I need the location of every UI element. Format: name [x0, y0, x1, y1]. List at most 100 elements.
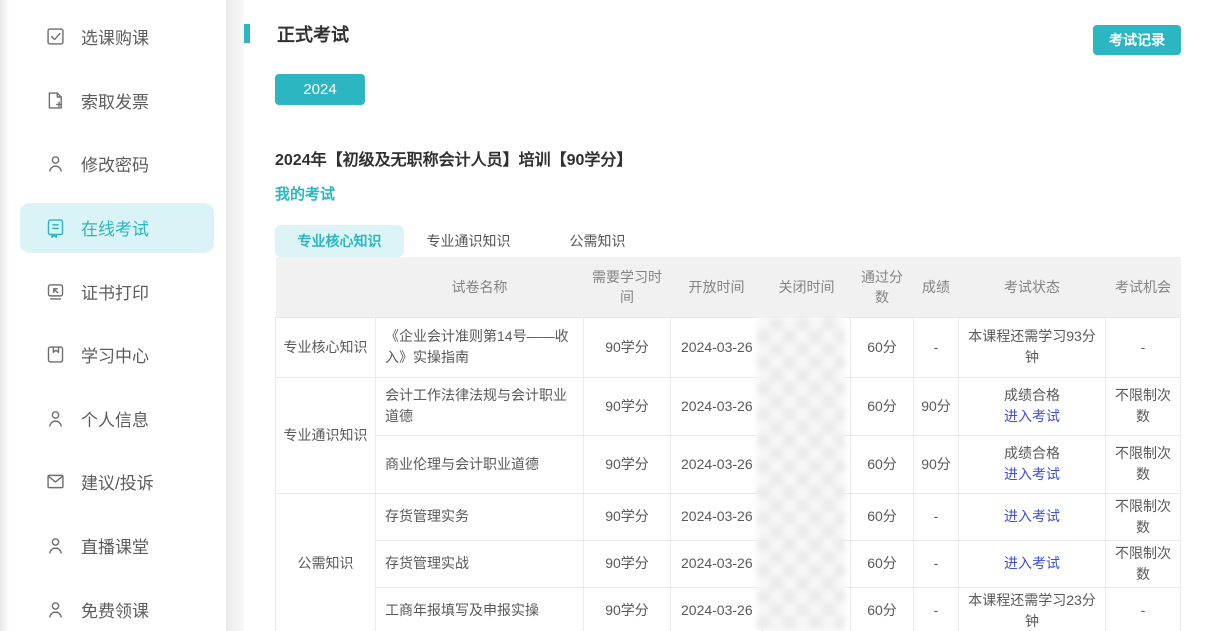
- open-time-cell: 2024-03-26: [671, 540, 763, 587]
- table-row: 专业通识知识会计工作法律法规与会计职业道德90学分2024-03-2660分90…: [276, 377, 1181, 435]
- enter-exam-link[interactable]: 进入考试: [963, 464, 1101, 485]
- sidebar-item-label: 个人信息: [81, 406, 149, 431]
- status-text: 本课程还需学习93分钟: [963, 326, 1101, 368]
- enter-exam-link[interactable]: 进入考试: [963, 406, 1101, 427]
- sidebar-item-label: 在线考试: [81, 215, 149, 240]
- column-header: 需要学习时间: [584, 257, 671, 317]
- open-time-cell: 2024-03-26: [671, 493, 763, 540]
- bookmark-icon: [45, 344, 66, 365]
- exam-table-body: 专业核心知识《企业会计准则第14号——收入》实操指南90学分2024-03-26…: [276, 317, 1181, 631]
- sidebar-item-在线考试[interactable]: 在线考试: [9, 196, 226, 260]
- study-time-cell: 90学分: [584, 587, 671, 631]
- section-accent-bar: [244, 24, 250, 43]
- column-header: 开放时间: [671, 257, 763, 317]
- blurred-close-time-column: [757, 317, 845, 631]
- exam-chances-cell: 不限制次数: [1106, 435, 1181, 493]
- sidebar-item-直播课堂[interactable]: 直播课堂: [9, 514, 226, 578]
- pass-score-cell: 60分: [851, 540, 914, 587]
- enter-exam-link[interactable]: 进入考试: [963, 506, 1101, 527]
- column-header: 成绩: [914, 257, 959, 317]
- study-time-cell: 90学分: [584, 435, 671, 493]
- exam-name-cell: 商业伦理与会计职业道德: [376, 435, 584, 493]
- sidebar-item-pill: 索取发票: [20, 75, 214, 125]
- sidebar-item-label: 免费领课: [81, 597, 149, 622]
- sidebar-item-pill: 学习中心: [20, 330, 214, 380]
- column-header: [276, 257, 376, 317]
- sidebar-item-建议/投诉[interactable]: 建议/投诉: [9, 450, 226, 514]
- exam-table-head: 试卷名称需要学习时间开放时间关闭时间通过分数成绩考试状态考试机会: [276, 257, 1181, 317]
- exam-icon: [45, 217, 66, 238]
- table-row: 公需知识存货管理实务90学分2024-03-2660分-进入考试不限制次数: [276, 493, 1181, 540]
- open-time-cell: 2024-03-26: [671, 435, 763, 493]
- user-icon: [45, 535, 66, 556]
- sidebar-item-label: 建议/投诉: [81, 469, 154, 494]
- sidebar-item-pill: 在线考试: [20, 203, 214, 253]
- study-time-cell: 90学分: [584, 377, 671, 435]
- sidebar-item-索取发票[interactable]: 索取发票: [9, 69, 226, 133]
- table-row: 工商年报填写及申报实操90学分2024-03-2660分-本课程还需学习23分钟…: [276, 587, 1181, 631]
- sidebar-item-label: 索取发票: [81, 88, 149, 113]
- study-time-cell: 90学分: [584, 540, 671, 587]
- study-time-cell: 90学分: [584, 317, 671, 377]
- exam-status-cell: 成绩合格进入考试: [959, 377, 1106, 435]
- sidebar-item-个人信息[interactable]: 个人信息: [9, 387, 226, 451]
- column-header: 考试状态: [959, 257, 1106, 317]
- exam-chances-cell: 不限制次数: [1106, 540, 1181, 587]
- exam-records-button[interactable]: 考试记录: [1093, 25, 1181, 55]
- sidebar-item-label: 直播课堂: [81, 533, 149, 558]
- tab-公需知识[interactable]: 公需知识: [533, 225, 662, 257]
- pass-score-cell: 60分: [851, 587, 914, 631]
- sidebar-item-选课购课[interactable]: 选课购课: [9, 5, 226, 69]
- study-time-cell: 90学分: [584, 493, 671, 540]
- score-cell: -: [914, 317, 959, 377]
- sidebar-item-免费领课[interactable]: 免费领课: [9, 577, 226, 631]
- sidebar-divider: [226, 0, 244, 631]
- sidebar-item-学习中心[interactable]: 学习中心: [9, 323, 226, 387]
- open-time-cell: 2024-03-26: [671, 377, 763, 435]
- tab-专业核心知识[interactable]: 专业核心知识: [275, 225, 404, 257]
- course-title: 2024年【初级及无职称会计人员】培训【90学分】: [275, 146, 632, 170]
- sidebar-item-label: 证书打印: [81, 279, 149, 304]
- column-header: 试卷名称: [376, 257, 584, 317]
- status-text: 本课程还需学习23分钟: [963, 590, 1101, 631]
- sidebar-item-pill: 个人信息: [20, 393, 214, 443]
- exam-name-cell: 存货管理实务: [376, 493, 584, 540]
- exam-name-cell: 会计工作法律法规与会计职业道德: [376, 377, 584, 435]
- exam-status-cell: 成绩合格进入考试: [959, 435, 1106, 493]
- my-exam-label: 我的考试: [275, 183, 335, 204]
- sidebar-item-pill: 直播课堂: [20, 521, 214, 571]
- sidebar-item-label: 选课购课: [81, 24, 149, 49]
- year-tab-2024[interactable]: 2024: [275, 74, 365, 105]
- pass-score-cell: 60分: [851, 317, 914, 377]
- sidebar-item-证书打印[interactable]: 证书打印: [9, 259, 226, 323]
- score-cell: 90分: [914, 377, 959, 435]
- sidebar-item-pill: 建议/投诉: [20, 457, 214, 507]
- pass-score-cell: 60分: [851, 435, 914, 493]
- exam-name-cell: 《企业会计准则第14号——收入》实操指南: [376, 317, 584, 377]
- table-row: 商业伦理与会计职业道德90学分2024-03-2660分90分成绩合格进入考试不…: [276, 435, 1181, 493]
- group-cell: 专业通识知识: [276, 377, 376, 493]
- sidebar: 选课购课索取发票修改密码在线考试证书打印学习中心个人信息建议/投诉直播课堂免费领…: [9, 0, 226, 631]
- page-title: 正式考试: [277, 21, 349, 47]
- score-cell: -: [914, 493, 959, 540]
- column-header: 通过分数: [851, 257, 914, 317]
- sidebar-item-pill: 证书打印: [20, 266, 214, 316]
- enter-exam-link[interactable]: 进入考试: [963, 553, 1101, 574]
- exam-name-cell: 工商年报填写及申报实操: [376, 587, 584, 631]
- score-cell: -: [914, 587, 959, 631]
- exam-status-cell: 进入考试: [959, 540, 1106, 587]
- certificate-icon: [45, 281, 66, 302]
- exam-status-cell: 本课程还需学习93分钟: [959, 317, 1106, 377]
- open-time-cell: 2024-03-26: [671, 317, 763, 377]
- user-icon: [45, 153, 66, 174]
- sidebar-item-pill: 选课购课: [20, 12, 214, 62]
- pass-score-cell: 60分: [851, 377, 914, 435]
- checkbox-icon: [45, 26, 66, 47]
- status-text: 成绩合格: [963, 385, 1101, 406]
- sidebar-item-修改密码[interactable]: 修改密码: [9, 132, 226, 196]
- exam-chances-cell: 不限制次数: [1106, 493, 1181, 540]
- tab-专业通识知识[interactable]: 专业通识知识: [404, 225, 533, 257]
- exam-table: 试卷名称需要学习时间开放时间关闭时间通过分数成绩考试状态考试机会 专业核心知识《…: [275, 257, 1181, 631]
- sidebar-item-label: 学习中心: [81, 342, 149, 367]
- column-header: 考试机会: [1106, 257, 1181, 317]
